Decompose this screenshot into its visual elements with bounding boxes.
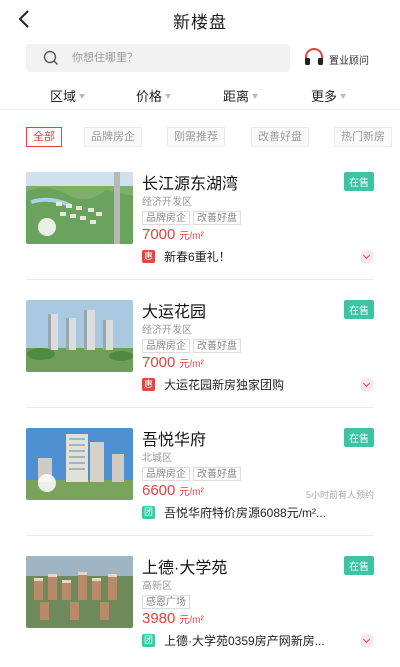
search-icon xyxy=(43,50,58,65)
listing-price: 7000 元/m² xyxy=(142,226,204,244)
listing-label: 品牌房企 xyxy=(142,211,190,225)
listing-label: 品牌房企 xyxy=(142,467,190,481)
price-value: 7000 xyxy=(142,226,176,243)
filter-bar: 区域 价格 距离 更多 xyxy=(0,78,400,110)
advisor-label: 置业顾问 xyxy=(329,56,369,67)
price-value: 3980 xyxy=(142,610,176,627)
listing-price: 6600 元/m² xyxy=(142,482,204,500)
promo-badge: 团 xyxy=(142,634,155,647)
expand-chevron-icon[interactable] xyxy=(360,378,374,392)
divider xyxy=(26,407,374,408)
listing-district: 经济开发区 xyxy=(142,325,192,336)
listing-price: 3980 元/m² xyxy=(142,610,204,628)
listing-price: 7000 元/m² xyxy=(142,354,204,372)
promo-row: 惠 大运花园新房独家团购 xyxy=(142,376,374,392)
listing-labels: 品牌房企 改善好盘 xyxy=(142,336,244,353)
filter-price[interactable]: 价格 xyxy=(136,86,172,105)
promo-text: 大运花园新房独家团购 xyxy=(164,378,285,392)
filter-area-label: 区域 xyxy=(50,89,77,104)
listing-district: 北城区 xyxy=(142,453,172,464)
filter-distance-label: 距离 xyxy=(223,89,250,104)
price-value: 6600 xyxy=(142,482,176,499)
status-badge: 在售 xyxy=(344,428,374,447)
listing-name: 吾悦华府 xyxy=(142,432,207,449)
promo-text: 新春6重礼！ xyxy=(164,250,231,264)
listing-district: 高新区 xyxy=(142,581,172,592)
listing-item[interactable]: 大运花园 在售 经济开发区 品牌房企 改善好盘 7000 元/m² 惠 大运花园新房… xyxy=(0,288,400,408)
listing-labels: 感恩广场 xyxy=(142,592,193,609)
listing-labels: 品牌房企 改善好盘 xyxy=(142,208,244,225)
listing-label: 改善好盘 xyxy=(193,211,241,225)
promo-row: 团 上德·大学苑0359房产网新房... xyxy=(142,632,374,648)
recent-activity: 5小时前有人预约 xyxy=(305,490,374,500)
listing-photo xyxy=(26,556,133,628)
price-unit: 元/m² xyxy=(179,359,204,370)
listing-label: 品牌房企 xyxy=(142,339,190,353)
status-badge: 在售 xyxy=(344,556,374,575)
caret-down-icon xyxy=(165,94,172,99)
category-tags: 全部 品牌房企 刚需推荐 改善好盘 热门新房 xyxy=(0,127,400,147)
filter-more[interactable]: 更多 xyxy=(311,86,347,105)
caret-down-icon xyxy=(252,94,259,99)
listing-label: 感恩广场 xyxy=(142,595,190,609)
search-bar[interactable] xyxy=(26,44,290,72)
tag-brand-developers[interactable]: 品牌房企 xyxy=(84,127,142,147)
listing-item[interactable]: 长江源东湖湾 在售 经济开发区 品牌房企 改善好盘 7000 元/m² 惠 新春6重… xyxy=(0,160,400,280)
filter-price-label: 价格 xyxy=(136,89,163,104)
filter-more-label: 更多 xyxy=(311,89,338,104)
tag-upgrade-homes[interactable]: 改善好盘 xyxy=(251,127,309,147)
listing-name: 上德·大学苑 xyxy=(142,560,228,577)
price-value: 7000 xyxy=(142,354,176,371)
promo-text: 吾悦华府特价房源6088元/m²... xyxy=(164,506,327,520)
price-unit: 元/m² xyxy=(179,615,204,626)
listing-name: 大运花园 xyxy=(142,304,207,321)
listing-label: 改善好盘 xyxy=(193,467,241,481)
tag-starter-homes[interactable]: 刚需推荐 xyxy=(167,127,225,147)
expand-chevron-icon[interactable] xyxy=(360,250,374,264)
price-unit: 元/m² xyxy=(179,231,204,242)
caret-down-icon xyxy=(340,94,347,99)
promo-row: 惠 新春6重礼！ xyxy=(142,248,374,264)
promo-text: 上德·大学苑0359房产网新房... xyxy=(164,634,325,648)
listing-labels: 品牌房企 改善好盘 xyxy=(142,464,244,481)
advisor-button[interactable]: 置业顾问 xyxy=(299,44,389,72)
listing-item[interactable]: 吾悦华府 在售 北城区 品牌房企 改善好盘 6600 元/m² 5小时前有人预约 团… xyxy=(0,416,400,536)
filter-area[interactable]: 区域 xyxy=(50,86,86,105)
panorama-icon xyxy=(38,474,56,492)
app-header: 新楼盘 xyxy=(0,0,400,38)
listing-photo xyxy=(26,300,133,372)
page-title: 新楼盘 xyxy=(173,13,227,32)
listing-district: 经济开发区 xyxy=(142,197,192,208)
status-badge: 在售 xyxy=(344,172,374,191)
search-input[interactable] xyxy=(72,48,272,68)
listing-item[interactable]: 上德·大学苑 在售 高新区 感恩广场 3980 元/m² 团 上德·大学苑0359… xyxy=(0,544,400,664)
listing-label: 改善好盘 xyxy=(193,339,241,353)
promo-badge: 团 xyxy=(142,506,155,519)
divider xyxy=(26,279,374,280)
promo-badge: 惠 xyxy=(142,378,155,391)
status-badge: 在售 xyxy=(344,300,374,319)
listing-name: 长江源东湖湾 xyxy=(142,176,239,193)
filter-distance[interactable]: 距离 xyxy=(223,86,259,105)
panorama-icon xyxy=(38,218,56,236)
price-unit: 元/m² xyxy=(179,487,204,498)
tag-hot-new-homes[interactable]: 热门新房 xyxy=(334,127,392,147)
divider xyxy=(26,535,374,536)
expand-chevron-icon[interactable] xyxy=(360,634,374,648)
headset-icon xyxy=(305,48,323,65)
promo-badge: 惠 xyxy=(142,250,155,263)
promo-row: 团 吾悦华府特价房源6088元/m²... xyxy=(142,504,374,520)
tag-all[interactable]: 全部 xyxy=(26,127,62,147)
caret-down-icon xyxy=(79,94,86,99)
